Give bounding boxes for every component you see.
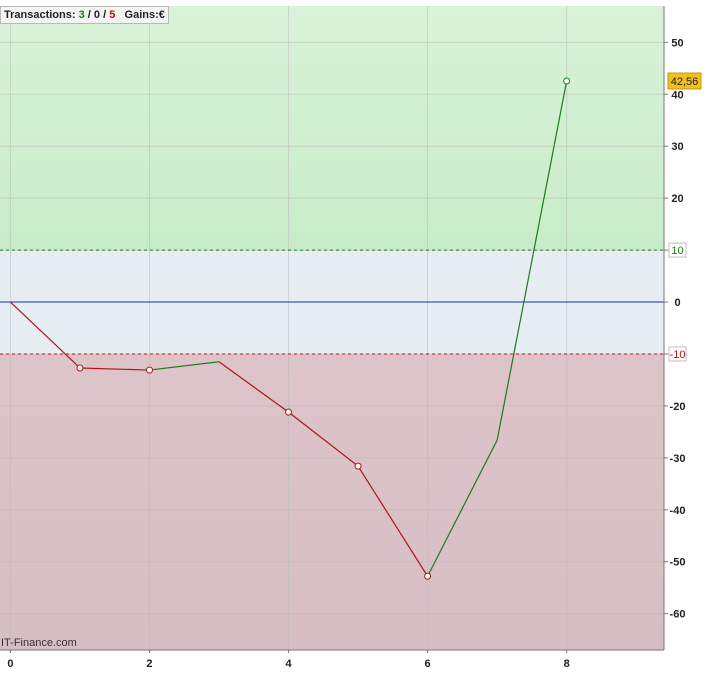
x-tick-label: 0 (7, 658, 13, 670)
separator: / (87, 9, 91, 21)
data-point (145, 366, 153, 374)
y-tick-label: -30 (670, 453, 686, 465)
y-tick-label: 50 (671, 37, 683, 49)
data-point (424, 572, 432, 580)
x-tick-label: 4 (285, 658, 292, 670)
last-value-label: 42,56 (671, 76, 699, 88)
transactions-header: Transactions: 3 / 0 / 5 Gains:€ (0, 6, 169, 24)
separator: / (103, 9, 107, 21)
watermark: IT-Finance.com (1, 637, 77, 649)
y-tick-label: 40 (671, 89, 683, 101)
data-point (76, 364, 84, 372)
y-tick-label: -50 (670, 557, 686, 569)
y-tick-label: -10 (670, 349, 686, 361)
y-tick-label: 20 (671, 193, 683, 205)
wins-count: 3 (78, 9, 85, 21)
data-point (285, 408, 293, 416)
y-tick-label: 10 (671, 245, 683, 257)
neutral-count: 0 (93, 9, 101, 21)
y-tick-label: -40 (670, 505, 686, 517)
x-tick-label: 6 (425, 658, 431, 670)
gains-label: Gains: (124, 9, 159, 21)
x-tick-label: 2 (146, 658, 152, 670)
gains-chart: 50403020100-10-20-30-40-50-6042,560 2 4 6 8 (0, 6, 702, 670)
x-tick-label: 8 (564, 658, 570, 670)
data-point (354, 462, 362, 470)
transactions-label: Transactions: (4, 9, 76, 21)
data-point (563, 77, 571, 85)
y-tick-label: -60 (670, 609, 686, 621)
gains-unit: € (158, 9, 165, 21)
loss-zone (0, 353, 664, 650)
y-tick-label: 30 (671, 141, 683, 153)
y-tick-label: -20 (670, 401, 686, 413)
y-tick-label: 0 (674, 297, 680, 309)
losses-count: 5 (109, 9, 116, 21)
